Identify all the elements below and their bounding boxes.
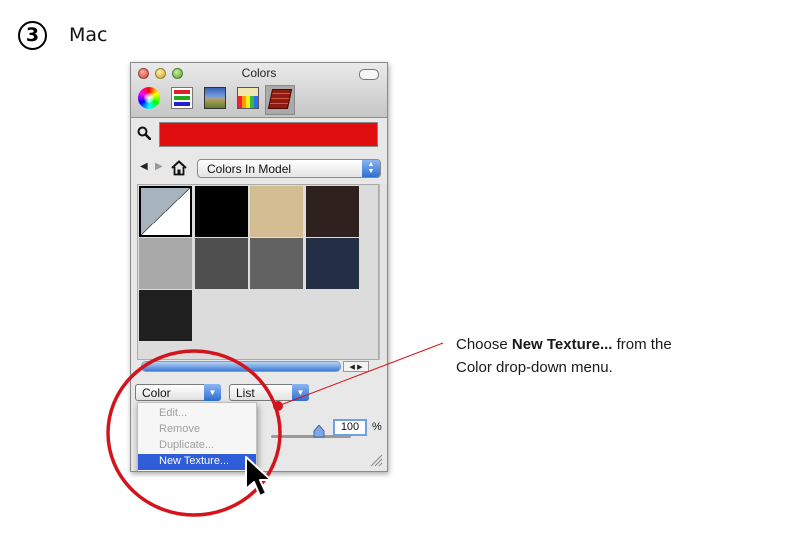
swatch-cell[interactable] (139, 290, 192, 341)
swatch-cell[interactable] (194, 238, 248, 289)
chevron-down-icon: ▼ (292, 384, 309, 401)
opacity-value-field[interactable]: 100 (333, 419, 367, 436)
bricks-materials-icon[interactable] (267, 89, 293, 109)
callout-line-1: Choose New Texture... from the (456, 333, 672, 356)
swatch-cell[interactable] (305, 186, 359, 237)
scroll-arrow-buttons[interactable]: ◀ ▶ (343, 361, 369, 372)
current-color-swatch[interactable] (159, 122, 378, 147)
menu-item-remove[interactable]: Remove (138, 422, 256, 438)
color-dropdown-menu: Edit... Remove Duplicate... New Texture.… (137, 402, 257, 471)
step-title: Mac (69, 24, 108, 46)
swatch-default-material[interactable] (139, 186, 192, 237)
chevron-down-icon: ▼ (204, 384, 221, 401)
swatch-cell[interactable] (194, 186, 248, 237)
image-palette-icon[interactable] (204, 87, 226, 109)
callout-text: Choose New Texture... from the Color dro… (456, 333, 672, 379)
slider-bar-green (174, 96, 190, 100)
color-sliders-icon[interactable] (171, 87, 193, 109)
swatch-cell[interactable] (250, 186, 303, 237)
window-titlebar: Colors (131, 63, 387, 118)
slider-bar-red (174, 90, 190, 94)
menu-item-new-texture[interactable]: New Texture... (138, 454, 256, 470)
color-menu-label: Color (142, 386, 171, 400)
step-number-badge: 3 (18, 21, 47, 50)
menu-item-duplicate[interactable]: Duplicate... (138, 438, 256, 454)
menu-item-edit[interactable]: Edit... (138, 406, 256, 422)
swatch-cell[interactable] (139, 238, 192, 289)
colors-window: Colors ◀ ▶ Colors In Model ▲ ▼ ◀ ▶ Color … (130, 62, 388, 472)
slider-bar-blue (174, 102, 190, 106)
forward-arrow-icon[interactable]: ▶ (155, 161, 163, 172)
swatch-horizontal-scrollbar[interactable] (141, 361, 341, 372)
menu-item-new-texture-label: New Texture... (159, 455, 230, 467)
opacity-unit-label: % (372, 421, 382, 433)
toolbar-toggle-button[interactable] (359, 69, 379, 80)
collection-select[interactable]: Colors In Model ▲ ▼ (197, 159, 381, 178)
annotation-overlay (106, 342, 444, 517)
swatch-vertical-scrollbar[interactable] (379, 184, 387, 360)
swatch-cell[interactable] (250, 238, 303, 289)
callout-suffix: from the (612, 336, 672, 353)
color-menu-button[interactable]: Color ▼ (135, 384, 221, 401)
magnifier-icon[interactable] (137, 126, 151, 140)
swatch-cell[interactable] (305, 238, 359, 289)
mouse-cursor-icon (245, 456, 272, 497)
callout-prefix: Choose (456, 336, 512, 353)
home-icon[interactable] (171, 160, 187, 176)
select-updown-icon: ▲ ▼ (362, 160, 380, 177)
back-arrow-icon[interactable]: ◀ (140, 161, 148, 172)
crayons-icon[interactable] (237, 87, 259, 109)
opacity-slider-knob[interactable] (313, 425, 325, 438)
callout-line-2: Color drop-down menu. (456, 359, 613, 376)
collection-select-value: Colors In Model (207, 162, 292, 176)
view-mode-label: List (236, 386, 255, 400)
view-mode-menu-button[interactable]: List ▼ (229, 384, 309, 401)
resize-grip-icon[interactable] (369, 453, 383, 467)
menu-item-remove-label: Remove (159, 423, 200, 435)
material-swatch-grid (137, 184, 379, 360)
window-title: Colors (241, 66, 277, 80)
color-wheel-icon[interactable] (138, 87, 160, 109)
menu-item-duplicate-label: Duplicate... (159, 439, 215, 451)
callout-emphasis: New Texture... (511, 336, 613, 353)
menu-item-edit-label: Edit... (159, 407, 188, 419)
